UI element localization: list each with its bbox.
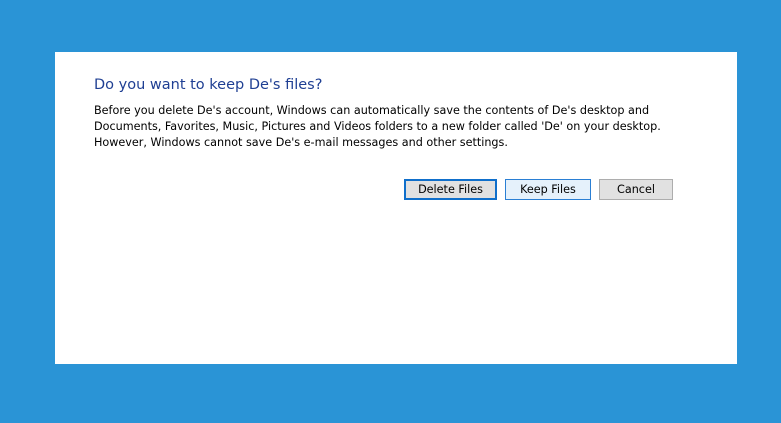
dialog-title: Do you want to keep De's files? [94,77,323,93]
dialog-message-line: Before you delete De's account, Windows … [94,104,650,117]
keep-files-button[interactable]: Keep Files [505,179,591,200]
cancel-button[interactable]: Cancel [599,179,673,200]
delete-account-dialog: Do you want to keep De's files? Before y… [55,52,737,364]
dialog-message-line: However, Windows cannot save De's e-mail… [94,136,508,149]
dialog-message-line: Documents, Favorites, Music, Pictures an… [94,120,661,133]
dialog-message: Before you delete De's account, Windows … [94,103,694,151]
delete-files-button[interactable]: Delete Files [404,179,497,200]
